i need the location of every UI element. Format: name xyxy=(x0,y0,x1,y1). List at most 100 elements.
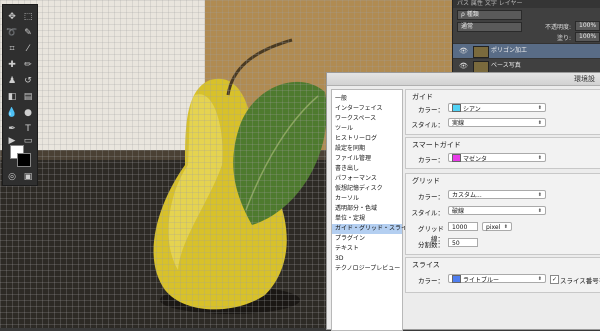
slice-color-select[interactable]: ライトブルー ⬍ xyxy=(448,274,546,284)
dodge-tool-icon[interactable]: ● xyxy=(21,107,35,119)
slice-color-label: カラー： xyxy=(418,277,444,285)
slice-section: スライス カラー： ライトブルー ⬍ ✓ スライス番号を表 xyxy=(405,257,600,293)
dialog-title: 環境設 xyxy=(574,75,595,83)
guide-style-label: スタイル： xyxy=(411,121,445,129)
chevron-down-icon: ⬍ xyxy=(537,155,542,161)
smart-guide-title: スマートガイド xyxy=(412,141,461,149)
category-item[interactable]: ファイル管理 xyxy=(332,154,402,164)
fill-input[interactable]: 100% xyxy=(575,32,600,42)
chevron-down-icon: ⬍ xyxy=(537,208,542,214)
pen-tool-icon[interactable]: ✒ xyxy=(5,123,19,135)
opacity-label: 不透明度: xyxy=(545,24,572,31)
blend-mode-select[interactable]: 通常 xyxy=(457,22,522,32)
cyan-swatch xyxy=(452,104,461,112)
grid-spacing-input[interactable]: 1000 xyxy=(448,222,478,231)
smart-guide-color-value: マゼンタ xyxy=(463,156,488,163)
guide-section: ガイド カラー： シアン ⬍ スタイル： 実線 ⬍ xyxy=(405,89,600,135)
category-item[interactable]: ツール xyxy=(332,124,402,134)
slice-title: スライス xyxy=(412,261,440,269)
grid-subdiv-label: 分割数： xyxy=(418,241,444,249)
category-item[interactable]: 透明部分・色域 xyxy=(332,204,402,214)
eyedropper-tool-icon[interactable]: ⁄ xyxy=(21,43,35,55)
category-item[interactable]: 仮想記憶ディスク xyxy=(332,184,402,194)
smart-guide-color-select[interactable]: マゼンタ ⬍ xyxy=(448,153,546,163)
grid-color-label: カラー： xyxy=(418,193,444,201)
type-tool-icon[interactable]: T xyxy=(21,123,35,135)
category-item[interactable]: ガイド・グリッド・スライス xyxy=(332,224,413,234)
category-item[interactable]: パフォーマンス xyxy=(332,174,402,184)
screen-mode-icon[interactable]: ▣ xyxy=(21,171,35,183)
tools-panel: ✥ ⬚ ➰ ✎ ⌗ ⁄ ✚ ✏ ♟ ↺ ◧ ▤ 💧 ● ✒ T ▶ ▭ ◎ ▣ xyxy=(2,4,38,186)
chevron-down-icon: ⬍ xyxy=(537,276,542,282)
category-item[interactable]: テクノロジープレビュー xyxy=(332,264,402,274)
guide-color-select[interactable]: シアン ⬍ xyxy=(448,103,546,113)
move-tool-icon[interactable]: ✥ xyxy=(5,11,19,23)
grid-style-value: 破線 xyxy=(452,208,465,215)
gradient-tool-icon[interactable]: ▤ xyxy=(21,91,35,103)
layers-panel: パス 属性 文字 レイヤー ρ 種類 通常 不透明度: 100% 塗り: 100… xyxy=(452,0,600,82)
lasso-tool-icon[interactable]: ➰ xyxy=(5,27,19,39)
chevron-down-icon: ⬍ xyxy=(537,120,542,126)
preferences-dialog: 環境設 一般 インターフェイス ワークスペース ツール ヒストリーログ 設定を同期 ファイル… xyxy=(326,72,600,331)
grid-section: グリッド カラー： カスタム... ⬍ スタイル： 破線 ⬍ グリッド線： 1000… xyxy=(405,173,600,255)
smart-guide-color-label: カラー： xyxy=(418,156,444,164)
grid-style-select[interactable]: 破線 ⬍ xyxy=(448,206,546,215)
chevron-down-icon: ⬍ xyxy=(537,105,542,111)
guide-style-value: 実線 xyxy=(452,120,465,127)
magenta-swatch xyxy=(452,154,461,162)
quick-mask-icon[interactable]: ◎ xyxy=(5,171,19,183)
crop-tool-icon[interactable]: ⌗ xyxy=(5,43,19,55)
slice-numbers-label: スライス番号を表 xyxy=(560,277,600,285)
category-item[interactable]: 設定を同期 xyxy=(332,144,402,154)
opacity-input[interactable]: 100% xyxy=(575,21,600,31)
grid-unit-select[interactable]: pixel ⬍ xyxy=(482,222,512,231)
fill-label: 塗り: xyxy=(557,35,572,42)
panel-tabs[interactable]: パス 属性 文字 レイヤー xyxy=(453,0,600,8)
stamp-tool-icon[interactable]: ♟ xyxy=(5,75,19,87)
category-item[interactable]: プラグイン xyxy=(332,234,402,244)
grid-style-label: スタイル： xyxy=(411,209,445,217)
category-item[interactable]: カーソル xyxy=(332,194,402,204)
marquee-tool-icon[interactable]: ⬚ xyxy=(21,11,35,23)
chevron-down-icon: ⬍ xyxy=(537,192,542,198)
grid-title: グリッド xyxy=(412,177,440,185)
layer-name: ポリゴン加工 xyxy=(491,47,528,54)
category-item[interactable]: 3D xyxy=(332,254,402,264)
grid-subdiv-input[interactable]: 50 xyxy=(448,238,478,247)
healing-brush-icon[interactable]: ✚ xyxy=(5,59,19,71)
blur-tool-icon[interactable]: 💧 xyxy=(5,107,19,119)
layer-thumbnail xyxy=(473,46,489,58)
category-item[interactable]: テキスト xyxy=(332,244,402,254)
slice-numbers-checkbox[interactable]: ✓ xyxy=(550,275,559,284)
history-brush-icon[interactable]: ↺ xyxy=(21,75,35,87)
eye-icon[interactable]: 👁 xyxy=(459,44,468,58)
eraser-tool-icon[interactable]: ◧ xyxy=(5,91,19,103)
layer-row[interactable]: 👁 ポリゴン加工 xyxy=(453,43,600,58)
guide-color-value: シアン xyxy=(463,106,481,113)
layer-name: ベース写真 xyxy=(491,62,521,69)
category-item[interactable]: ヒストリーログ xyxy=(332,134,402,144)
layer-filter-select[interactable]: ρ 種類 xyxy=(457,10,522,20)
slice-color-value: ライトブルー xyxy=(463,277,500,284)
grid-color-select[interactable]: カスタム... ⬍ xyxy=(448,190,546,199)
grid-color-value: カスタム... xyxy=(452,192,482,199)
category-item[interactable]: ワークスペース xyxy=(332,114,402,124)
category-item[interactable]: 書き出し xyxy=(332,164,402,174)
brush-tool-icon[interactable]: ✏ xyxy=(21,59,35,71)
smart-guide-section: スマートガイド カラー： マゼンタ ⬍ xyxy=(405,137,600,169)
category-item[interactable]: インターフェイス xyxy=(332,104,402,114)
eye-icon[interactable]: 👁 xyxy=(459,59,468,73)
grid-unit-value: pixel xyxy=(486,224,501,231)
quick-select-tool-icon[interactable]: ✎ xyxy=(21,27,35,39)
guide-color-label: カラー： xyxy=(418,106,444,114)
guide-style-select[interactable]: 実線 ⬍ xyxy=(448,118,546,127)
category-list: 一般 インターフェイス ワークスペース ツール ヒストリーログ 設定を同期 ファイル管理 書き… xyxy=(331,89,413,331)
chevron-down-icon: ⬍ xyxy=(503,224,508,230)
dialog-titlebar[interactable]: 環境設 xyxy=(327,73,600,86)
category-item[interactable]: 一般 xyxy=(332,94,402,104)
background-color-swatch[interactable] xyxy=(17,153,31,167)
guide-title: ガイド xyxy=(412,93,433,101)
layer-row[interactable]: 👁 ベース写真 xyxy=(453,58,600,73)
light-blue-swatch xyxy=(452,275,461,283)
category-item[interactable]: 単位・定規 xyxy=(332,214,402,224)
